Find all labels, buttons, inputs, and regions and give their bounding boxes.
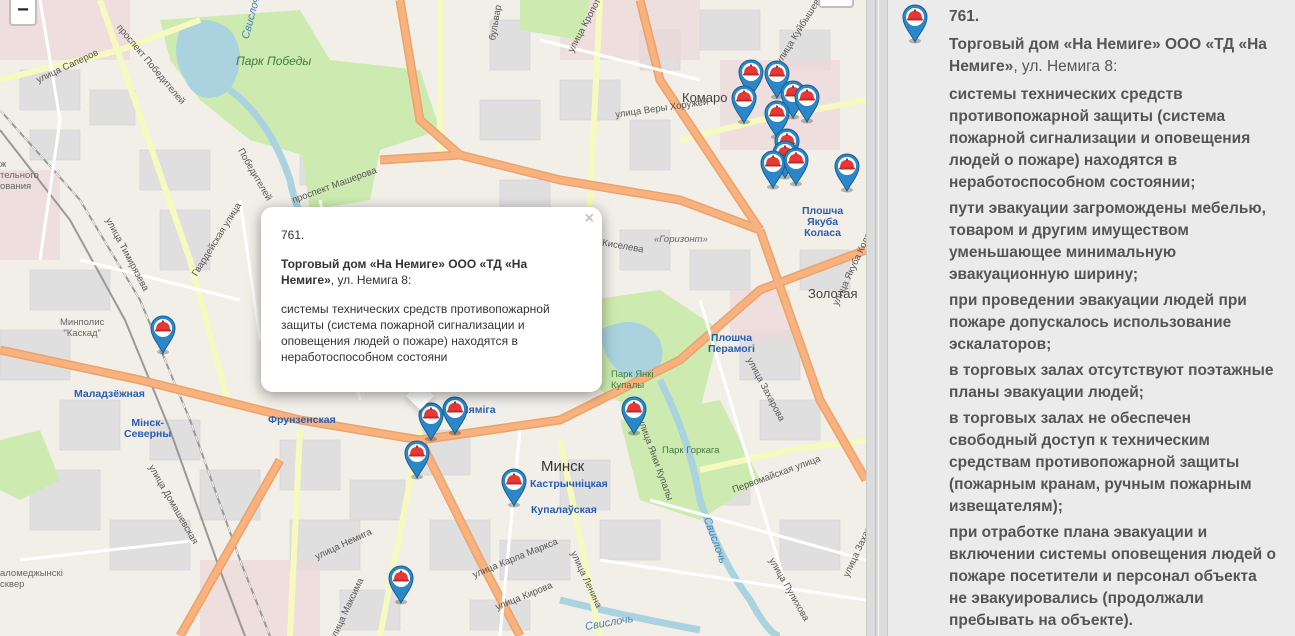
popup-violation-text: системы технических средств противопожар… bbox=[281, 302, 550, 364]
details-body: 761. Торговый дом «На Немиге» ООО «ТД «Н… bbox=[949, 6, 1279, 636]
marker-fire-inspection[interactable] bbox=[731, 85, 757, 125]
details-violation: пути эвакуации загромождены мебелью, тов… bbox=[949, 200, 1266, 283]
details-address: , ул. Немига 8: bbox=[1013, 58, 1118, 75]
popup-number: 761. bbox=[281, 228, 305, 242]
marker-fire-inspection[interactable] bbox=[442, 396, 468, 436]
label-metro-peramogi: Плошча Перамогі bbox=[708, 332, 755, 356]
details-violation: при проведении эвакуации людей при пожар… bbox=[949, 292, 1247, 353]
label-metro-minsk-severny: Мінск- Северны bbox=[124, 417, 172, 441]
details-heading: Торговый дом «На Немиге» ООО «ТД «На Нем… bbox=[949, 34, 1279, 78]
label-metro-kupalauskaya: Купалаўская bbox=[531, 504, 597, 516]
marker-fire-inspection[interactable] bbox=[501, 468, 527, 508]
label-metro-kastrychnitskaya: Кастрычніцкая bbox=[530, 478, 608, 490]
label-minsk-city: Минск bbox=[541, 458, 585, 475]
marker-fire-inspection[interactable] bbox=[783, 147, 809, 187]
marker-fire-inspection[interactable] bbox=[621, 396, 647, 436]
label-minipolis-kaskad: Минполис "Каскад" bbox=[60, 317, 105, 339]
label-park-yanki-kupaly: Парк Янкі Купалы bbox=[611, 369, 654, 391]
details-panel: 761. Торговый дом «На Немиге» ООО «ТД «Н… bbox=[888, 0, 1295, 636]
marker-fire-inspection[interactable] bbox=[834, 153, 860, 193]
panel-splitter[interactable] bbox=[866, 0, 888, 636]
marker-fire-inspection[interactable] bbox=[404, 440, 430, 480]
popup-address: , ул. Немига 8: bbox=[330, 273, 412, 287]
label-metro-frunzenskaya: Фрунзенская bbox=[268, 414, 336, 426]
layers-control-button[interactable] bbox=[818, 0, 854, 8]
label-gorizont: «Горизонт» bbox=[654, 234, 708, 245]
label-aviation: ж тельного ования bbox=[0, 159, 39, 192]
label-metro-yakuba-kolasa: Плошча Якуба Коласа bbox=[802, 205, 844, 240]
marker-fire-inspection[interactable] bbox=[150, 315, 176, 355]
marker-fire-inspection[interactable] bbox=[794, 84, 820, 124]
details-violation: системы технических средств противопожар… bbox=[949, 86, 1251, 191]
fire-inspection-marker-icon bbox=[902, 4, 928, 44]
label-park-pobedy: Парк Победы bbox=[236, 54, 312, 68]
label-park-gorkogo: Парк Горкага bbox=[662, 445, 720, 456]
details-violation: при отработке плана эвакуации и включени… bbox=[949, 524, 1276, 629]
close-icon[interactable]: × bbox=[585, 210, 594, 228]
details-violation: в торговых залах не обеспечен свободный … bbox=[949, 410, 1252, 515]
label-alexander-square: аломеджынскi сквер bbox=[0, 568, 63, 590]
popup-heading: Торговый дом «На Немиге» ООО «ТД «На Нем… bbox=[281, 256, 582, 288]
label-metro-maladziozhnaya: Маладзёжная bbox=[74, 388, 145, 400]
marker-popup: × 761. Торговый дом «На Немиге» ООО «ТД … bbox=[261, 207, 602, 392]
splitter-grip[interactable] bbox=[875, 0, 879, 636]
map-area[interactable]: Парк Победы Свислочь Свислочь Свислочь К… bbox=[0, 0, 866, 636]
zoom-out-button[interactable]: − bbox=[9, 0, 37, 26]
details-violation: в торговых залах отсутствуют поэтажные п… bbox=[949, 362, 1274, 401]
details-number: 761. bbox=[949, 8, 980, 25]
marker-fire-inspection[interactable] bbox=[388, 565, 414, 605]
